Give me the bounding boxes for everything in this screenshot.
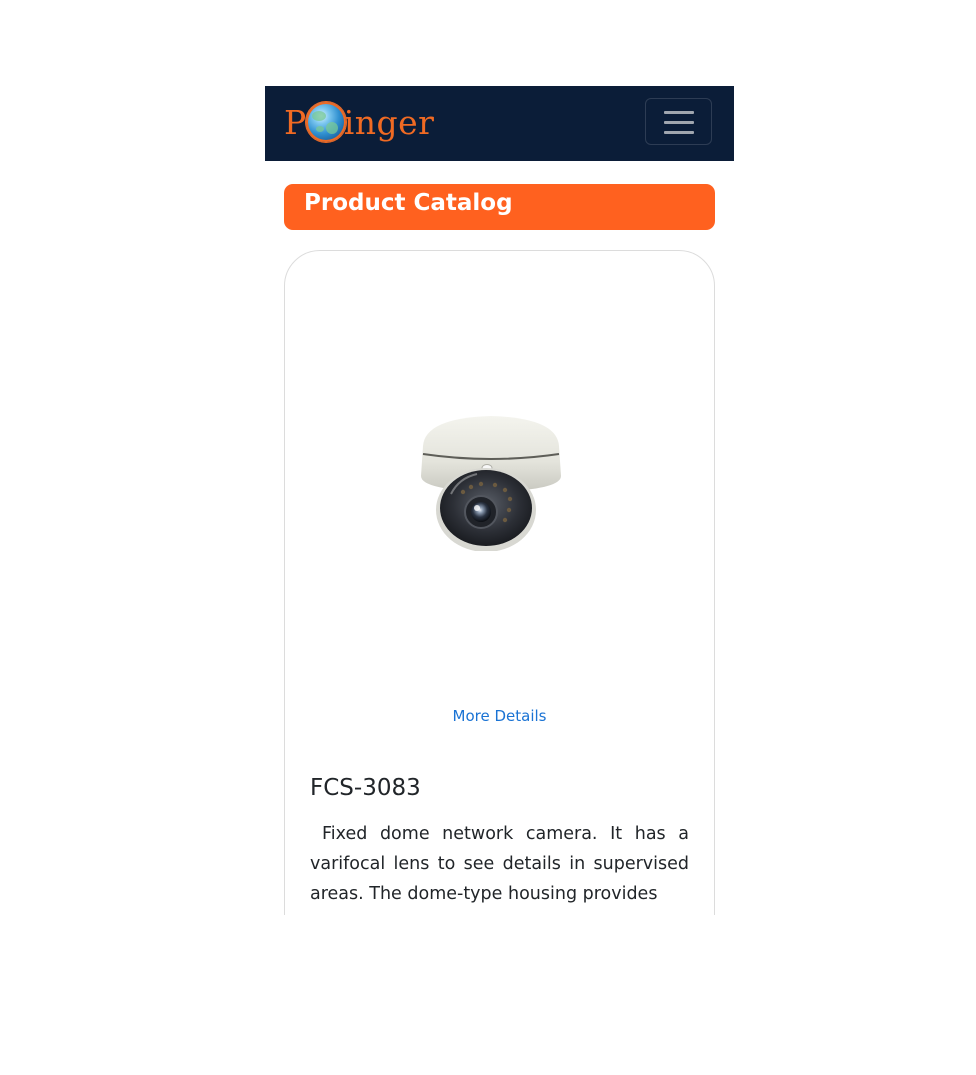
logo-text-inger: inger <box>343 102 435 142</box>
dome-camera-image <box>421 416 561 551</box>
product-catalog-heading: Product Catalog <box>284 184 715 230</box>
brand-logo[interactable]: P inger <box>284 98 434 146</box>
more-details-link[interactable]: More Details <box>285 707 714 725</box>
navbar-toggler-button[interactable] <box>645 98 712 145</box>
product-name: FCS-3083 <box>310 775 421 801</box>
product-card: More Details FCS-3083 Fixed dome network… <box>284 250 715 915</box>
globe-icon <box>305 102 346 142</box>
navbar: P inger <box>265 86 734 161</box>
mobile-viewport: P inger Product Catalog More Details FCS… <box>265 86 734 915</box>
product-description: Fixed dome network camera. It has a vari… <box>310 824 689 904</box>
logo-letter-p: P <box>284 102 307 142</box>
